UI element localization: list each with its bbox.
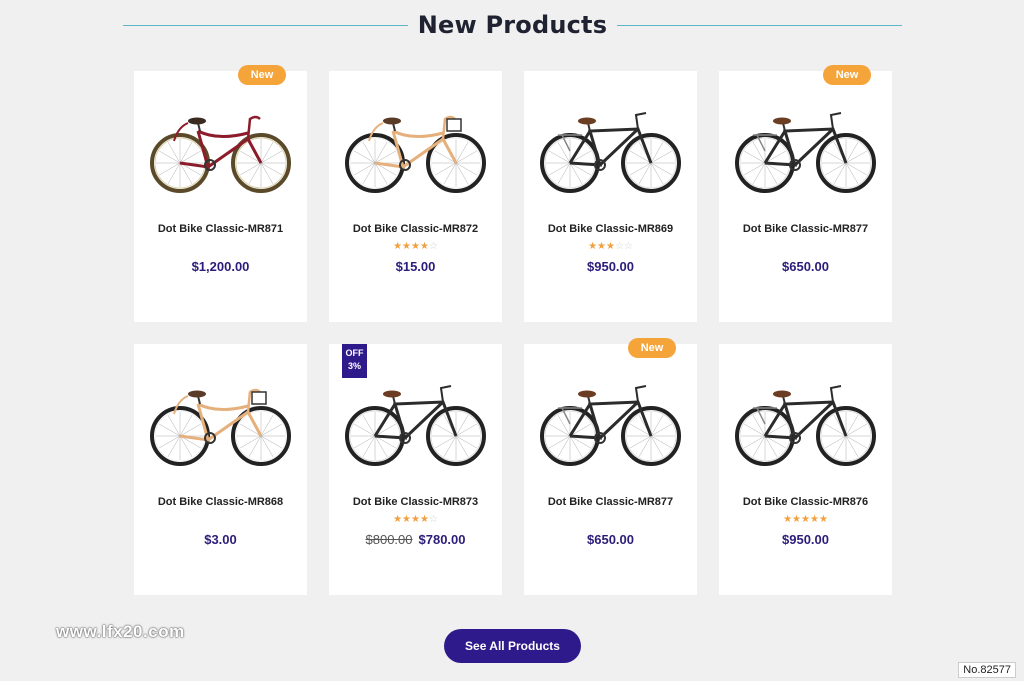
rating-star-icon: ★ bbox=[419, 514, 429, 525]
price-row: $650.00 bbox=[782, 259, 829, 274]
section-title: New Products bbox=[417, 11, 608, 39]
product-name[interactable]: Dot Bike Classic-MR873 bbox=[353, 496, 478, 508]
title-line-left bbox=[123, 24, 408, 26]
section-header: New Products bbox=[123, 8, 902, 42]
product-card[interactable]: OFF 3% Dot Bike Classic-MR873 ★ ★ ★ ★ ☆ $800.00 $… bbox=[329, 344, 502, 595]
product-rating: ★ ★ ★ ★ ☆ bbox=[393, 514, 438, 526]
price-row: $800.00 $780.00 bbox=[366, 532, 466, 547]
product-name[interactable]: Dot Bike Classic-MR871 bbox=[158, 223, 283, 235]
product-name[interactable]: Dot Bike Classic-MR869 bbox=[548, 223, 673, 235]
product-card[interactable]: New Dot Bike Classic-MR877 $650.00 bbox=[719, 65, 892, 322]
product-name[interactable]: Dot Bike Classic-MR872 bbox=[353, 223, 478, 235]
price-row: $15.00 bbox=[396, 259, 436, 274]
product-name[interactable]: Dot Bike Classic-MR877 bbox=[743, 223, 868, 235]
product-price: $650.00 bbox=[587, 532, 634, 547]
new-badge: New bbox=[628, 338, 676, 358]
rating-star-icon: ★ bbox=[402, 514, 412, 525]
discount-badge-value: 3% bbox=[347, 361, 361, 371]
price-row: $950.00 bbox=[587, 259, 634, 274]
product-card[interactable]: New Dot Bike Classic-MR871 $1,200.00 bbox=[134, 65, 307, 322]
rating-star-icon: ★ bbox=[792, 514, 802, 525]
product-card[interactable]: Dot Bike Classic-MR876 ★ ★ ★ ★ ★ $950.00 bbox=[719, 344, 892, 595]
rating-star-icon: ★ bbox=[411, 514, 420, 525]
rating-star-icon: ★ bbox=[801, 514, 810, 525]
product-image-bike[interactable] bbox=[343, 101, 488, 201]
rating-star-icon: ★ bbox=[411, 241, 420, 252]
rating-star-icon: ★ bbox=[783, 514, 793, 525]
product-price: $3.00 bbox=[204, 532, 237, 547]
product-name[interactable]: Dot Bike Classic-MR868 bbox=[158, 496, 283, 508]
rating-star-icon: ★ bbox=[588, 241, 598, 252]
product-image-bike[interactable] bbox=[343, 374, 488, 474]
old-price: $800.00 bbox=[365, 532, 413, 547]
product-price: $950.00 bbox=[782, 532, 829, 547]
product-name[interactable]: Dot Bike Classic-MR876 bbox=[743, 496, 868, 508]
rating-star-icon: ☆ bbox=[614, 241, 624, 252]
price-row: $950.00 bbox=[782, 532, 829, 547]
rating-star-icon: ★ bbox=[597, 241, 607, 252]
rating-star-icon: ☆ bbox=[623, 241, 633, 252]
product-card[interactable]: Dot Bike Classic-MR872 ★ ★ ★ ★ ☆ $15.00 bbox=[329, 71, 502, 322]
product-price: $1,200.00 bbox=[191, 259, 250, 274]
product-price: $950.00 bbox=[587, 259, 634, 274]
product-image-bike[interactable] bbox=[148, 374, 293, 474]
new-badge: New bbox=[823, 65, 871, 85]
product-image-bike[interactable] bbox=[538, 374, 683, 474]
rating-star-icon: ☆ bbox=[428, 514, 438, 525]
image-tag: No.82577 bbox=[958, 662, 1016, 678]
product-card[interactable]: New Dot Bike Classic-MR877 $650.00 bbox=[524, 338, 697, 595]
product-image-bike[interactable] bbox=[733, 101, 878, 201]
rating-star-icon: ★ bbox=[606, 241, 615, 252]
price-row: $3.00 bbox=[204, 532, 237, 547]
watermark: www.lfx20.com bbox=[56, 622, 185, 641]
price-row: $650.00 bbox=[587, 532, 634, 547]
product-grid: New Dot Bike Classic-MR871 $1,200.00 Dot Bi… bbox=[134, 65, 892, 595]
rating-star-icon: ☆ bbox=[428, 241, 438, 252]
product-price: $780.00 bbox=[418, 532, 466, 547]
product-rating: ★ ★ ★ ★ ★ bbox=[783, 514, 828, 526]
product-rating: ★ ★ ★ ☆ ☆ bbox=[588, 241, 633, 253]
product-image-bike[interactable] bbox=[733, 374, 878, 474]
discount-badge-label: OFF bbox=[345, 348, 364, 358]
see-all-products-button[interactable]: See All Products bbox=[444, 629, 581, 663]
rating-star-icon: ★ bbox=[809, 514, 819, 525]
price-row: $1,200.00 bbox=[192, 259, 250, 274]
product-card[interactable]: Dot Bike Classic-MR869 ★ ★ ★ ☆ ☆ $950.00 bbox=[524, 71, 697, 322]
new-badge: New bbox=[238, 65, 286, 85]
rating-star-icon: ★ bbox=[402, 241, 412, 252]
product-card[interactable]: Dot Bike Classic-MR868 $3.00 bbox=[134, 344, 307, 595]
product-name[interactable]: Dot Bike Classic-MR877 bbox=[548, 496, 673, 508]
rating-star-icon: ★ bbox=[393, 514, 403, 525]
discount-badge: OFF 3% bbox=[342, 344, 367, 378]
product-price: $15.00 bbox=[395, 259, 436, 274]
product-image-bike[interactable] bbox=[148, 101, 293, 201]
title-line-right bbox=[617, 24, 902, 26]
rating-star-icon: ★ bbox=[419, 241, 429, 252]
product-image-bike[interactable] bbox=[538, 101, 683, 201]
product-price: $650.00 bbox=[782, 259, 829, 274]
rating-star-icon: ★ bbox=[393, 241, 403, 252]
product-rating: ★ ★ ★ ★ ☆ bbox=[393, 241, 438, 253]
rating-star-icon: ★ bbox=[818, 514, 828, 525]
